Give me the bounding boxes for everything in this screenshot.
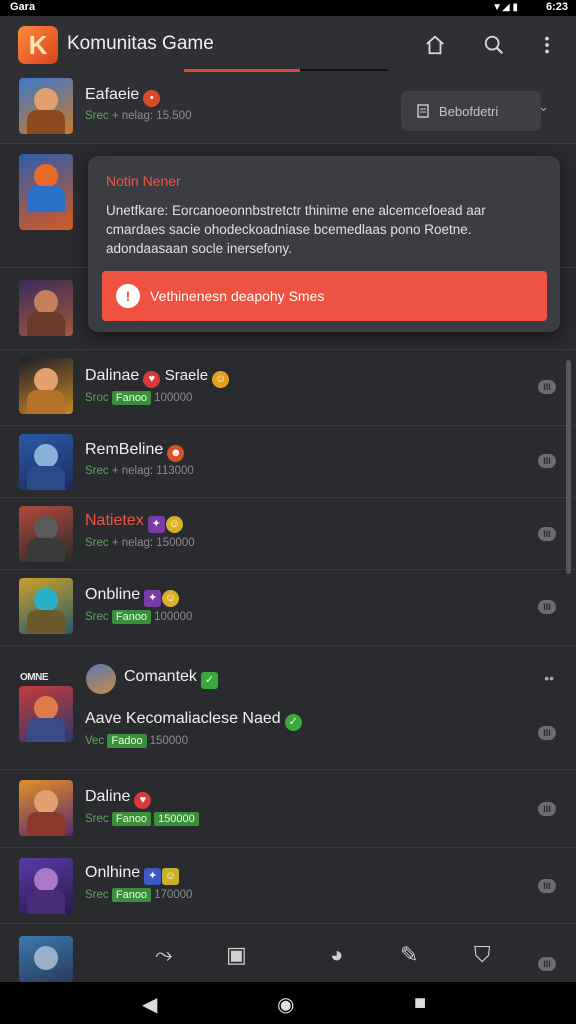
heart-icon: ♥ (134, 792, 152, 809)
emoji-icon: ☺ (162, 590, 180, 607)
item-subtitle: Srec + nelag: 15.500 (85, 110, 192, 122)
game-thumbnail (19, 578, 73, 634)
list-item[interactable]: RemBeline ☻ Srec + nelag: 113000 III (0, 426, 576, 498)
item-title: Onlhine ✦ ☺ (85, 864, 180, 885)
row-menu-icon[interactable]: III (538, 454, 556, 468)
notification-popup: Notin Nener Unetfkare: Eorcanoeonnbstret… (88, 156, 560, 332)
game-icon[interactable]: ◕ (330, 942, 343, 968)
item-subtitle: Srec Fanoo 100000 (85, 610, 193, 624)
alert-icon: ! (116, 284, 140, 308)
item-title: Aave Kecomaliaclese Naed ✓ (85, 710, 302, 731)
app-logo: K (18, 26, 58, 64)
item-title: Onbline ✦ ☺ (85, 586, 180, 607)
game-tag: OMNE (20, 672, 49, 683)
game-thumbnail (19, 780, 73, 836)
back-icon[interactable]: ◀ (142, 992, 157, 1017)
home-icon[interactable] (418, 28, 452, 62)
shield-icon[interactable]: ⛉ (474, 942, 491, 968)
item-title: Natietex ✦ ☺ (85, 512, 183, 533)
post-author: Comantek ✓ (124, 668, 218, 689)
featured-item[interactable]: Eafaeie • Srec + nelag: 15.500 Bebofdetri… (0, 74, 576, 144)
game-thumbnail (19, 434, 73, 490)
popup-title: Notin Nener (106, 173, 181, 189)
item-subtitle: Srec + nelag: 113000 (85, 465, 194, 477)
scrollbar[interactable] (566, 360, 571, 574)
row-menu-icon[interactable]: III (538, 726, 556, 740)
row-menu-icon[interactable]: III (538, 380, 556, 394)
details-button[interactable]: Bebofdetri (401, 91, 541, 131)
heart-icon: ♥ (143, 371, 161, 388)
emoji-icon: ☻ (167, 445, 185, 462)
game-thumbnail (19, 280, 73, 336)
sparkle-icon: ✦ (147, 516, 165, 533)
carrier-label: Gara (10, 1, 36, 13)
document-icon (417, 104, 429, 118)
row-menu-icon[interactable]: III (538, 802, 556, 816)
list-item[interactable]: OMNE Comantek ✓ •• Aave Kecomaliaclese Na… (0, 646, 576, 770)
list-item[interactable]: Onbline ✦ ☺ Srec Fanoo 100000 III (0, 570, 576, 646)
app-bar: K Komunitas Game (0, 16, 576, 74)
avatar[interactable] (86, 664, 116, 694)
tab-indicator (184, 69, 300, 72)
bottom-toolbar: ⤳ ▣ ◕ ✎ ⛉ (0, 930, 576, 980)
system-nav-bar: ◀ ◉ ■ (0, 982, 576, 1024)
popup-body: Unetfkare: Eorcanoeonnbstretctr thinime … (106, 203, 486, 256)
emoji-icon: • (143, 90, 161, 107)
row-menu-icon[interactable]: III (538, 527, 556, 541)
store-icon[interactable]: ▣ (226, 942, 247, 968)
recents-icon[interactable]: ■ (414, 992, 426, 1015)
share-icon[interactable]: ⤳ (155, 942, 173, 968)
item-title: RemBeline ☻ (85, 441, 185, 462)
sparkle-icon: ✦ (144, 868, 162, 885)
chevron-down-icon[interactable]: ⌄ (538, 99, 549, 115)
home-circle-icon[interactable]: ◉ (277, 992, 294, 1017)
item-subtitle: Srec Fanoo 170000 (85, 888, 193, 902)
more-vert-icon[interactable] (530, 28, 564, 62)
tab-track (300, 69, 388, 71)
game-thumbnail (19, 506, 73, 562)
game-thumbnail (19, 78, 73, 134)
sparkle-icon: ✦ (144, 590, 162, 607)
list-item[interactable]: Daline ♥ Srec Fanoo 150000 III (0, 770, 576, 848)
popup-action-button[interactable]: ! Vethinenesn deapohy Smes (102, 271, 547, 321)
edit-icon[interactable]: ✎ (400, 942, 418, 968)
item-title: Eafaeie • (85, 86, 161, 107)
emoji-icon: ☺ (212, 371, 230, 388)
game-thumbnail (19, 686, 73, 742)
more-horiz-icon[interactable]: •• (544, 670, 554, 686)
check-icon: ✓ (284, 714, 302, 731)
game-thumbnail (19, 154, 73, 230)
item-subtitle: Srec + nelag: 150000 (85, 537, 195, 549)
item-title: Daline ♥ (85, 788, 152, 809)
row-menu-icon[interactable]: III (538, 600, 556, 614)
row-menu-icon[interactable]: III (538, 879, 556, 893)
game-thumbnail (19, 858, 73, 914)
list-item[interactable]: Dalinae ♥ Sraele ☺ Sroc Fanoo 100000 III (0, 350, 576, 426)
status-bar: Gara ▼◢ ▮ 6:23 (0, 0, 576, 16)
search-icon[interactable] (477, 28, 511, 62)
item-title: Dalinae ♥ Sraele ☺ (85, 367, 230, 388)
game-thumbnail (19, 358, 73, 414)
item-subtitle: Sroc Fanoo 100000 (85, 391, 193, 405)
check-icon: ✓ (200, 672, 218, 689)
page-title: Komunitas Game (67, 33, 214, 54)
clock: 6:23 (545, 1, 568, 13)
item-subtitle: Vec Fadoo 150000 (85, 734, 188, 748)
item-subtitle: Srec Fanoo 150000 (85, 812, 202, 826)
signal-icon: ▼◢ ▮ (492, 2, 518, 13)
emoji-icon: ☺ (165, 516, 183, 533)
list-item[interactable]: Natietex ✦ ☺ Srec + nelag: 150000 III (0, 498, 576, 570)
list-item[interactable]: Onlhine ✦ ☺ Srec Fanoo 170000 III (0, 848, 576, 924)
emoji-icon: ☺ (162, 868, 180, 885)
